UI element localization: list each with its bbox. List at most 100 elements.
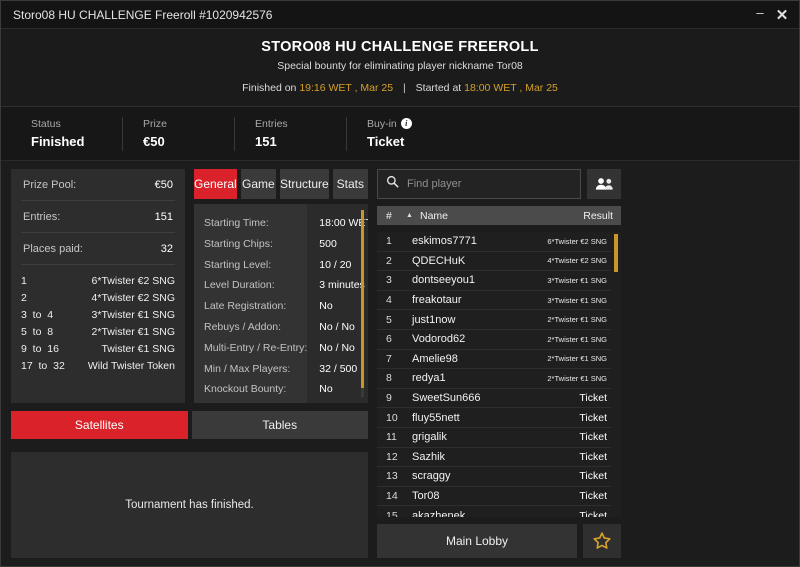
status-summary-bar: Status Finished Prize €50 Entries 151 Bu… [1, 107, 799, 161]
places-paid-row: Places paid: 32 [21, 233, 175, 265]
payout-row: 1 6*Twister €2 SNG [21, 273, 175, 290]
player-row[interactable]: 10 fluy55nett Ticket [377, 408, 611, 428]
player-result: Ticket [579, 509, 607, 517]
player-list-header: # ▲ Name Result [377, 206, 621, 225]
player-result: Ticket [579, 411, 607, 424]
player-row[interactable]: 13 scraggy Ticket [377, 467, 611, 487]
general-detail-panel: Starting Time: Starting Chips: Starting … [194, 204, 368, 403]
player-row[interactable]: 4 freakotaur 3*Twister €1 SNG [377, 291, 611, 311]
info-icon[interactable]: i [400, 118, 412, 129]
player-row[interactable]: 11 grigalik Ticket [377, 428, 611, 448]
player-rank: 1 [386, 235, 392, 248]
search-icon [386, 175, 399, 193]
payout-list: 1 6*Twister €2 SNG 2 4*Twister €2 SNG 3 … [21, 265, 175, 375]
entries-row: Entries: 151 [21, 201, 175, 233]
people-icon[interactable] [587, 169, 621, 199]
tab-game[interactable]: Game [240, 169, 277, 199]
player-result: 3*Twister €1 SNG [547, 295, 607, 305]
detail-values-column: 18:00 WET , Mar 25 500 10 / 20 3 minutes… [307, 204, 368, 403]
payout-place: 5 to 8 [21, 326, 54, 338]
right-column: # ▲ Name Result 1 eskimos7771 6*Twister … [377, 169, 621, 558]
player-name: redya1 [412, 372, 446, 385]
player-name: Amelie98 [412, 352, 458, 365]
bottom-tabs: Satellites Tables [11, 411, 368, 439]
column-header-num[interactable]: # [386, 210, 406, 222]
payout-place: 1 [21, 275, 27, 287]
player-row[interactable]: 1 eskimos7771 6*Twister €2 SNG [377, 232, 611, 252]
player-result: Ticket [579, 450, 607, 463]
finished-time: 19:16 WET , Mar 25 [299, 82, 394, 94]
player-row[interactable]: 7 Amelie98 2*Twister €1 SNG [377, 350, 611, 370]
payout-place: 17 to 32 [21, 360, 65, 372]
prize-pool-value: €50 [154, 179, 173, 191]
minimize-button[interactable]: – [749, 4, 771, 26]
payout-prize: Twister €1 SNG [101, 343, 175, 355]
player-rank: 7 [386, 352, 392, 365]
player-list-scrollbar[interactable] [614, 234, 618, 515]
player-row[interactable]: 9 SweetSun666 Ticket [377, 389, 611, 409]
player-rank: 9 [386, 392, 392, 405]
player-result: Ticket [579, 431, 607, 444]
player-rank: 6 [386, 333, 392, 346]
player-name: grigalik [412, 431, 447, 444]
stat-entries: Entries 151 [255, 116, 347, 151]
player-row[interactable]: 2 QDECHuK 4*Twister €2 SNG [377, 252, 611, 272]
payout-row: 17 to 32 Wild Twister Token [21, 358, 175, 375]
player-list[interactable]: 1 eskimos7771 6*Twister €2 SNG 2 QDECHuK… [377, 232, 621, 517]
tab-general[interactable]: General [194, 169, 237, 199]
player-row[interactable]: 6 Vodorod62 2*Twister €1 SNG [377, 330, 611, 350]
player-row[interactable]: 12 Sazhik Ticket [377, 448, 611, 468]
details-scrollbar-thumb[interactable] [361, 210, 364, 388]
details-tabs: General Game Structure Stats [194, 169, 369, 199]
stat-status: Status Finished [31, 116, 123, 151]
tab-structure[interactable]: Structure [280, 169, 329, 199]
search-input[interactable] [407, 178, 572, 190]
details-scrollbar[interactable] [361, 210, 364, 397]
entries-value: 151 [154, 211, 173, 223]
player-list-scrollbar-thumb[interactable] [614, 234, 618, 272]
close-button[interactable]: ✕ [771, 4, 793, 26]
player-name: scraggy [412, 470, 451, 483]
payout-prize: Wild Twister Token [87, 360, 175, 372]
tab-tables[interactable]: Tables [191, 411, 368, 439]
player-name: Sazhik [412, 450, 446, 463]
stat-status-value: Finished [31, 133, 85, 149]
player-rank: 13 [386, 470, 398, 483]
started-label: Started at [415, 82, 462, 94]
detail-key: Late Registration: [204, 300, 287, 313]
main-lobby-button[interactable]: Main Lobby [377, 524, 577, 558]
player-rank: 2 [386, 254, 392, 267]
tournament-subtitle: Special bounty for eliminating player ni… [277, 60, 523, 72]
tab-satellites[interactable]: Satellites [11, 411, 188, 439]
time-separator: | [403, 82, 406, 94]
detail-key: Level Duration: [204, 279, 275, 292]
player-row[interactable]: 14 Tor08 Ticket [377, 487, 611, 507]
footer-row: Main Lobby [377, 524, 621, 558]
payout-place: 2 [21, 292, 27, 304]
player-row[interactable]: 15 akazhenek Ticket [377, 506, 611, 517]
left-column: Prize Pool: €50 Entries: 151 Places paid… [11, 169, 369, 558]
stat-prize-label: Prize [143, 117, 167, 130]
player-rank: 15 [386, 509, 398, 517]
player-row[interactable]: 5 just1now 2*Twister €1 SNG [377, 310, 611, 330]
tab-stats[interactable]: Stats [332, 169, 369, 199]
search-container[interactable] [377, 169, 581, 199]
column-header-name[interactable]: Name [420, 210, 583, 222]
window-title: Storo08 HU CHALLENGE Freeroll #102094257… [13, 7, 273, 22]
player-rank: 11 [386, 431, 397, 444]
player-result: Ticket [579, 392, 607, 405]
player-rank: 3 [386, 274, 392, 287]
player-result: 6*Twister €2 SNG [547, 236, 607, 246]
stat-entries-label: Entries [255, 117, 288, 130]
window-titlebar: Storo08 HU CHALLENGE Freeroll #102094257… [1, 1, 799, 29]
prize-pool-row: Prize Pool: €50 [21, 169, 175, 201]
prize-pool-panel: Prize Pool: €50 Entries: 151 Places paid… [11, 169, 185, 403]
sort-ascending-icon[interactable]: ▲ [406, 212, 420, 219]
payout-row: 5 to 8 2*Twister €1 SNG [21, 324, 175, 341]
player-result: 4*Twister €2 SNG [547, 256, 607, 266]
player-row[interactable]: 8 redya1 2*Twister €1 SNG [377, 369, 611, 389]
column-header-result[interactable]: Result [583, 210, 613, 222]
satellites-panel: Tournament has finished. [11, 452, 368, 558]
player-row[interactable]: 3 dontseeyou1 3*Twister €1 SNG [377, 271, 611, 291]
star-icon[interactable] [583, 524, 621, 558]
